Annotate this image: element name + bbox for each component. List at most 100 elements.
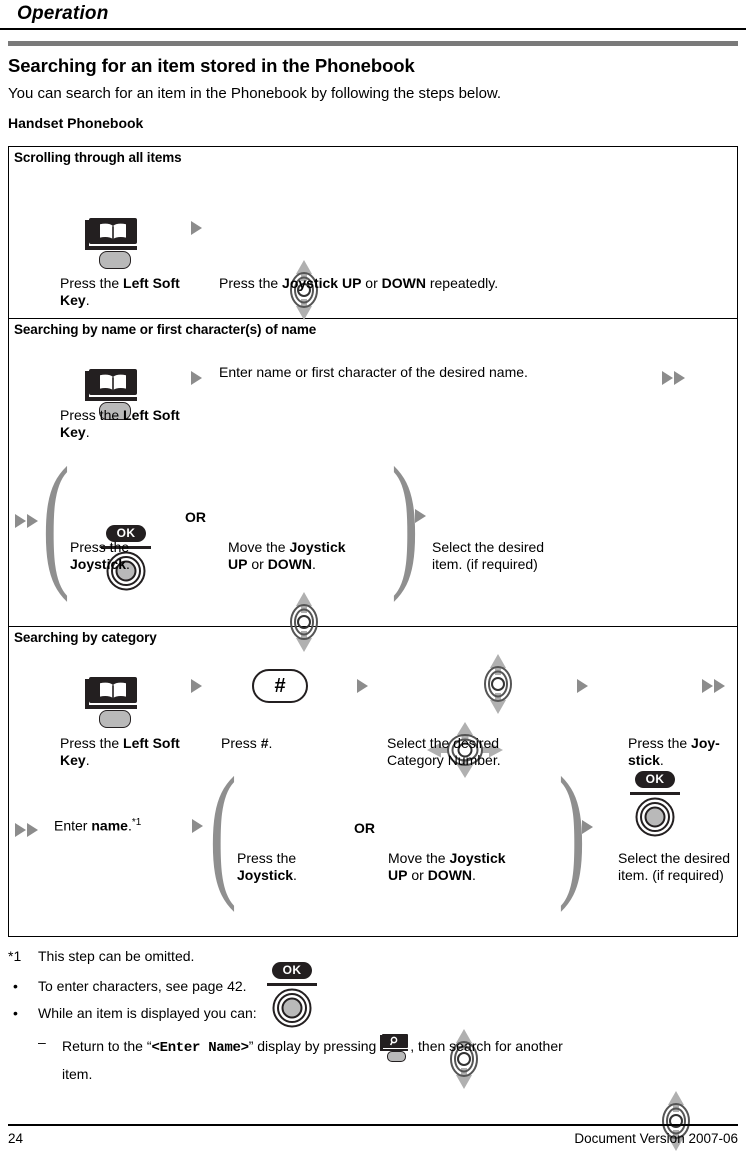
caption-strong: Joystick <box>449 850 506 866</box>
phonebook-soft-key-icon <box>85 218 141 269</box>
table-section-scrolling: Scrolling through all items Press the Le… <box>9 147 737 320</box>
ok-joystick-press-icon: OK <box>622 771 688 839</box>
document-page: Operation Searching for an item stored i… <box>0 0 746 1164</box>
note-bullet-2: While an item is displayed you can: <box>38 1005 257 1021</box>
ok-joystick-press-icon: OK <box>259 962 325 1030</box>
flow-arrow-icon <box>191 221 202 235</box>
step-caption: Press the Joystick. <box>70 539 180 572</box>
page-title: Searching for an item stored in the Phon… <box>8 55 415 76</box>
note-text: , then search for another <box>410 1038 563 1054</box>
hash-key-icon: # <box>252 669 308 703</box>
caption-tail: . <box>659 751 664 768</box>
flow-arrow-double-icon <box>702 679 725 693</box>
flow-arrow-icon <box>191 371 202 385</box>
caption-strong: DOWN <box>381 275 426 291</box>
caption-strong: UP <box>228 555 248 572</box>
or-label: OR <box>354 820 375 836</box>
or-label: OR <box>185 509 206 525</box>
note-bullet-1: To enter characters, see page 42. <box>38 978 247 994</box>
open-book-glyph <box>100 682 126 699</box>
caption-tail: repeatedly. <box>425 275 499 291</box>
step-caption: Press the Joystick UP or DOWN repeatedly… <box>219 275 689 292</box>
flow-arrow-icon <box>191 679 202 693</box>
caption-text: Move the <box>388 850 450 866</box>
section-title: Searching by name or first character(s) … <box>14 322 317 337</box>
caption-tail: . <box>85 751 90 768</box>
caption-tail: . <box>85 291 90 308</box>
joystick-press-glyph <box>635 797 675 837</box>
note-text: ” display by pressing <box>248 1038 381 1054</box>
caption-tail: . <box>293 866 297 883</box>
footnote-ref: *1 <box>131 817 142 828</box>
step-instruction: Enter name or first character of the des… <box>219 364 528 380</box>
running-head: Operation <box>17 3 109 24</box>
caption-text: Press the <box>70 539 130 555</box>
step-caption: Press the Left Soft Key. <box>60 407 210 440</box>
group-paren-open: ( <box>42 437 70 603</box>
caption-strong: DOWN <box>267 555 313 572</box>
section-title: Scrolling through all items <box>14 150 182 165</box>
caption-strong: name <box>91 817 128 834</box>
flow-arrow-icon <box>192 819 203 833</box>
table-section-by-category: Searching by category # OK Press the Lef… <box>9 627 737 1151</box>
step-caption: Select the desired Category Number. <box>387 735 577 768</box>
page-number: 24 <box>8 1131 24 1146</box>
section-title: Searching by category <box>14 630 157 645</box>
footnote-text: This step can be omitted. <box>38 948 195 964</box>
document-version: Document Version 2007-06 <box>574 1131 738 1146</box>
caption-text: Move the <box>228 539 290 555</box>
flow-arrow-icon <box>415 509 426 523</box>
caption-tail: item. (if required) <box>618 866 724 883</box>
step-caption: Enter name.*1 <box>54 815 141 834</box>
caption-tail: Category Number. <box>387 751 501 768</box>
step-caption: Move the Joystick UP or DOWN. <box>228 539 378 572</box>
bullet-glyph: • <box>13 1005 18 1021</box>
flow-arrow-double-icon <box>662 371 685 385</box>
step-caption: Move the Joystick UP or DOWN. <box>388 850 548 883</box>
flow-arrow-icon <box>357 679 368 693</box>
caption-strong: Joystick <box>289 539 346 555</box>
caption-text: Press the <box>60 407 124 423</box>
phonebook-soft-key-icon <box>85 677 141 728</box>
note-text: item. <box>62 1066 93 1082</box>
caption-strong: DOWN <box>427 866 473 883</box>
caption-tail: . <box>85 423 90 440</box>
step-caption: Press the Left Soft Key. <box>60 275 210 308</box>
caption-text: Select the desired <box>387 735 500 751</box>
header-rule <box>0 28 746 30</box>
display-prompt-code: <Enter Name> <box>151 1040 250 1056</box>
caption-text: Press the <box>60 735 124 751</box>
step-caption: Select the desired item. (if required) <box>618 850 746 883</box>
footer-rule <box>8 1124 738 1126</box>
bullet-glyph: • <box>13 978 18 994</box>
caption-tail: . <box>312 555 316 572</box>
caption-tail: . <box>268 735 273 751</box>
caption-strong: UP <box>388 866 408 883</box>
caption-text: Press the <box>219 275 283 291</box>
note-sub-item: Return to the “<Enter Name>” display by … <box>62 1033 738 1087</box>
flow-arrow-icon <box>582 820 593 834</box>
step-caption: Select the desired item. (if required) <box>432 539 612 572</box>
group-paren-open: ( <box>209 747 237 913</box>
step-caption: Press the Joystick. <box>237 850 357 883</box>
ok-key-label: OK <box>272 962 312 979</box>
table-section-by-name: Searching by name or first character(s) … <box>9 319 737 714</box>
caption-tail: . <box>472 866 476 883</box>
caption-text: Press the <box>237 850 297 866</box>
magnifier-glyph <box>390 1036 398 1046</box>
search-soft-key-icon <box>380 1034 410 1062</box>
caption-strong: Joy- <box>691 735 720 751</box>
ok-key-label: OK <box>635 771 675 788</box>
procedure-table: Scrolling through all items Press the Le… <box>8 146 738 1151</box>
note-text: Return to the “ <box>62 1038 152 1054</box>
caption-text: or <box>407 866 428 883</box>
joystick-press-glyph <box>272 988 312 1028</box>
step-caption: Press the Left Soft Key. <box>60 735 210 768</box>
flow-arrow-double-icon <box>15 823 38 837</box>
footnote-marker: *1 <box>8 948 22 964</box>
caption-text: or <box>361 275 382 291</box>
caption-text: Select the desired <box>432 539 545 555</box>
caption-text: Press the <box>628 735 692 751</box>
header-gray-bar <box>8 41 738 46</box>
caption-strong: Joystick UP <box>282 275 362 291</box>
